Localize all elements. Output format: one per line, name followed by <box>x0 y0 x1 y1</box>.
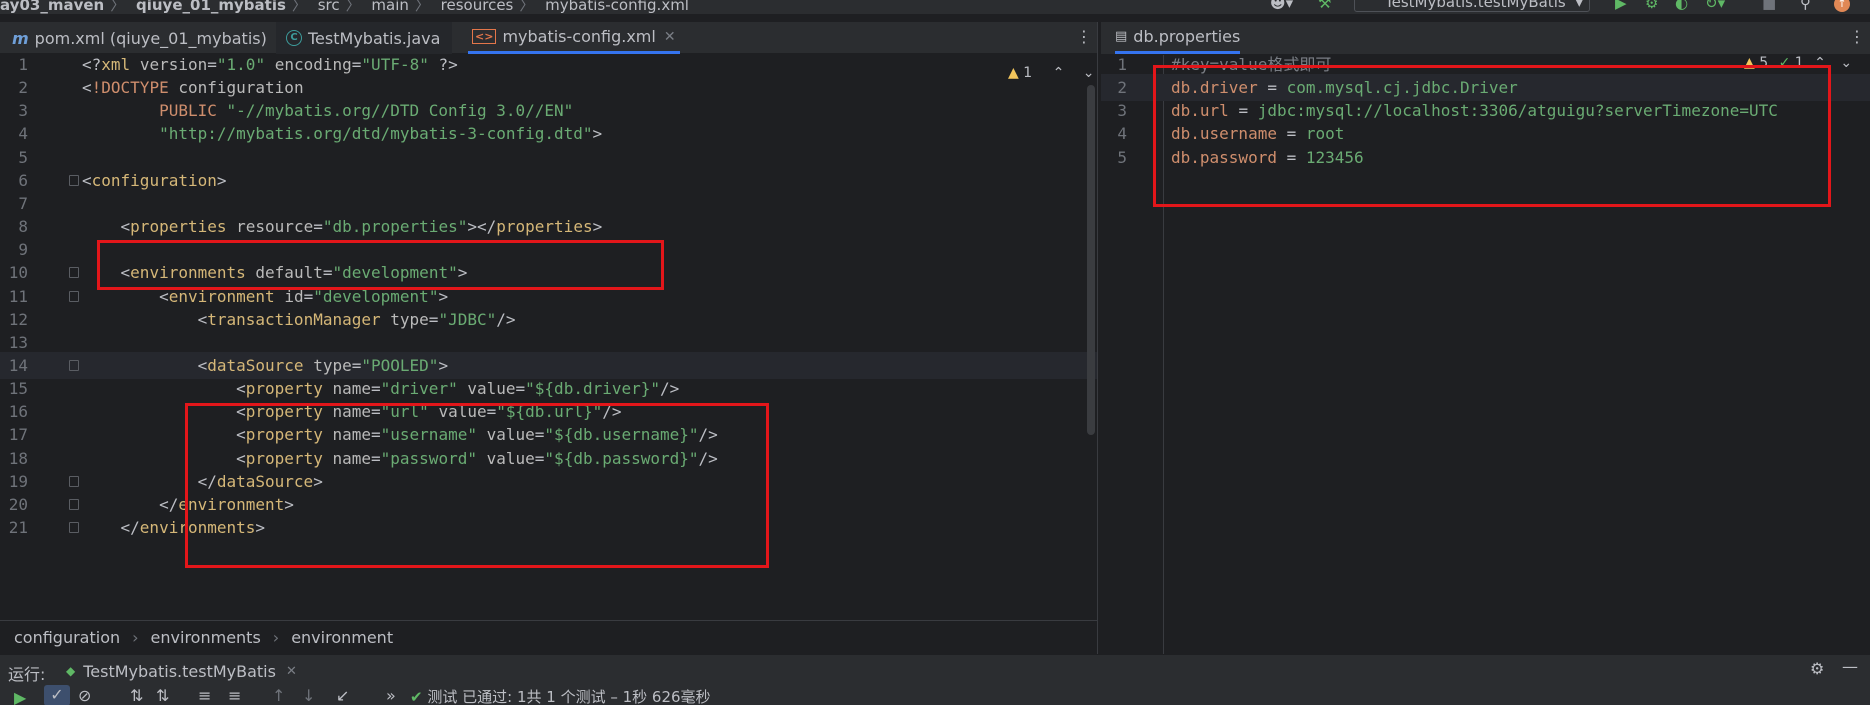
breadcrumb-resources[interactable]: resources <box>441 0 514 14</box>
code-line[interactable]: 21 </environments> <box>0 514 1097 541</box>
test-status-text: 测试 已通过: 1共 1 个测试 – 1秒 626毫秒 <box>427 688 711 705</box>
tab-mybatis-config-xml[interactable]: <> mybatis-config.xml ✕ <box>468 22 680 54</box>
fold-icon[interactable] <box>69 290 79 302</box>
export-icon[interactable]: ↙ <box>336 686 349 705</box>
gear-icon[interactable]: ⚙ <box>1810 659 1824 678</box>
xml-editor[interactable]: 1 <?xml version="1.0" encoding="UTF-8" ?>… <box>0 55 1097 620</box>
properties-line[interactable]: 5 db.password = 123456 <box>1101 144 1870 171</box>
tab-label: mybatis-config.xml <box>502 27 656 46</box>
minimize-icon[interactable]: — <box>1842 657 1858 676</box>
show-ignored-icon[interactable]: ⊘ <box>78 686 91 705</box>
properties-text: db.password = 123456 <box>1171 147 1364 167</box>
ok-count: 1 <box>1794 55 1804 71</box>
navigation-breadcrumb: ay03_maven 〉 qiuye_01_mybatis 〉 src 〉 main 〉… <box>0 0 1870 14</box>
chevron-up-icon[interactable]: ⌃ <box>1053 65 1065 81</box>
close-icon[interactable]: ✕ <box>664 29 676 45</box>
arrow-up-icon[interactable]: ↑ <box>272 686 285 705</box>
run-tab-label: TestMybatis.testMyBatis <box>83 661 276 681</box>
expand-all-icon[interactable]: ≡ <box>198 686 211 705</box>
fold-icon[interactable] <box>69 498 79 510</box>
profile-icon[interactable]: ↻▾ <box>1705 0 1725 11</box>
sort-alpha-icon[interactable]: ⇅ <box>130 686 143 705</box>
warning-icon: ▲ <box>1744 55 1755 71</box>
breadcrumb-file[interactable]: mybatis-config.xml <box>545 0 689 14</box>
run-panel-label: 运行: <box>8 665 46 684</box>
tab-pom-xml[interactable]: m pom.xml (qiuye_01_mybatis) <box>12 22 267 54</box>
user-icon[interactable]: ☻▾ <box>1270 0 1293 11</box>
rerun-icon[interactable]: ▶ <box>14 688 26 705</box>
fold-icon[interactable] <box>69 267 79 279</box>
breadcrumb-module[interactable]: qiuye_01_mybatis <box>136 0 286 14</box>
run-icon[interactable]: ▶ <box>1615 0 1627 11</box>
crumb-environments[interactable]: environments <box>151 628 261 647</box>
test-run-icon: ◆ <box>66 664 76 678</box>
search-icon[interactable]: ⚲ <box>1800 0 1811 11</box>
line-number: 5 <box>1117 147 1127 167</box>
tab-testmybatis-java[interactable]: C TestMybatis.java <box>276 22 452 54</box>
crumb-configuration[interactable]: configuration <box>14 628 120 647</box>
stop-icon[interactable]: ■ <box>1762 0 1776 11</box>
tab-label: pom.xml (qiuye_01_mybatis) <box>34 28 267 48</box>
warning-count: 1 <box>1023 65 1033 81</box>
properties-file-icon: ▤ <box>1115 29 1128 44</box>
close-icon[interactable]: ✕ <box>286 664 297 679</box>
more-options-icon[interactable]: ⋮ <box>1076 27 1092 46</box>
breadcrumb-src[interactable]: src <box>318 0 340 14</box>
maven-icon: m <box>12 28 29 48</box>
debug-icon[interactable]: ⚙ <box>1645 0 1658 11</box>
collapse-all-icon[interactable]: ≡ <box>228 686 241 705</box>
code-text: </environments> <box>120 518 266 537</box>
inspection-widget[interactable]: ▲ 5 ✓ 1 ⌃ ⌄ <box>1744 55 1852 71</box>
check-icon: ✔ <box>410 688 423 705</box>
structure-breadcrumb: configuration › environments › environment <box>0 620 1097 654</box>
vertical-scrollbar[interactable] <box>1087 85 1095 435</box>
coverage-icon[interactable]: ◐ <box>1675 0 1688 11</box>
chevron-down-icon[interactable]: ⌄ <box>1083 65 1095 81</box>
more-icon[interactable]: » <box>386 686 396 705</box>
run-config-selector[interactable]: TestMybatis.testMyBatis ▾ <box>1354 0 1590 12</box>
warning-count: 5 <box>1759 55 1769 71</box>
tab-label: TestMybatis.java <box>308 28 441 48</box>
fold-icon[interactable] <box>69 359 79 371</box>
fold-icon[interactable] <box>69 475 79 487</box>
test-status: ✔ 测试 已通过: 1共 1 个测试 – 1秒 626毫秒 <box>410 686 711 705</box>
run-config-label: TestMybatis.testMyBatis <box>1385 0 1566 11</box>
warning-icon: ▲ <box>1008 65 1019 81</box>
java-class-icon: C <box>286 30 302 46</box>
left-editor-tabs: m pom.xml (qiuye_01_mybatis) C TestMybat… <box>0 22 1097 54</box>
more-options-icon[interactable]: ⋮ <box>1849 27 1865 46</box>
fold-icon[interactable] <box>69 174 79 186</box>
chevron-down-icon[interactable]: ⌄ <box>1840 55 1852 71</box>
sort-duration-icon[interactable]: ⇅ <box>156 686 169 705</box>
check-icon: ✓ <box>1778 55 1791 71</box>
show-passed-icon[interactable]: ✓ <box>44 685 70 705</box>
run-tool-window: 运行: ◆ TestMybatis.testMyBatis ✕ ⚙ — ▶ ✓ … <box>0 654 1870 705</box>
fold-icon[interactable] <box>69 522 79 533</box>
line-number: 21 <box>8 518 28 537</box>
breadcrumb-main[interactable]: main <box>371 0 408 14</box>
xml-file-icon: <> <box>472 29 497 44</box>
right-editor-tabs: ▤ db.properties ⋮ <box>1101 22 1870 54</box>
run-tab[interactable]: ◆ TestMybatis.testMyBatis ✕ <box>66 659 297 683</box>
crumb-environment[interactable]: environment <box>291 628 393 647</box>
update-icon[interactable]: ↑ <box>1834 0 1850 12</box>
breadcrumb-project[interactable]: ay03_maven <box>0 0 104 14</box>
chevron-up-icon[interactable]: ⌃ <box>1814 55 1826 71</box>
tab-label: db.properties <box>1133 27 1241 46</box>
build-hammer-icon[interactable]: ⚒ <box>1318 0 1331 11</box>
inspection-widget[interactable]: ▲ 1 ⌃ ⌄ <box>1008 65 1095 81</box>
chevron-down-icon: ▾ <box>1575 0 1583 11</box>
tab-db-properties[interactable]: ▤ db.properties <box>1115 22 1241 54</box>
arrow-down-icon[interactable]: ↓ <box>302 686 315 705</box>
properties-editor[interactable]: 1 #key=value格式即可 2 db.driver = com.mysql.cj… <box>1101 55 1870 654</box>
